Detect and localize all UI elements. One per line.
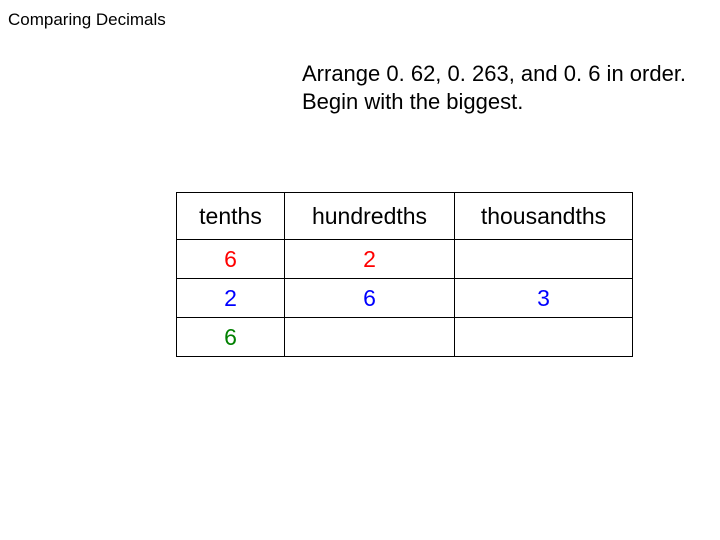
slide: Comparing Decimals Arrange 0. 62, 0. 263…	[0, 0, 720, 540]
cell-hundredths	[285, 318, 455, 357]
table-row: 6	[177, 318, 633, 357]
cell-hundredths: 2	[285, 240, 455, 279]
cell-tenths: 6	[177, 318, 285, 357]
cell-thousandths	[455, 318, 633, 357]
header-hundredths: hundredths	[285, 193, 455, 240]
cell-hundredths: 6	[285, 279, 455, 318]
place-value-table: tenths hundredths thousandths 6 2 2 6 3 …	[176, 192, 633, 357]
header-thousandths: thousandths	[455, 193, 633, 240]
page-title: Comparing Decimals	[8, 10, 166, 30]
cell-tenths: 2	[177, 279, 285, 318]
header-tenths: tenths	[177, 193, 285, 240]
prompt-text: Arrange 0. 62, 0. 263, and 0. 6 in order…	[302, 60, 686, 115]
prompt-line-2: Begin with the biggest.	[302, 89, 523, 114]
cell-thousandths	[455, 240, 633, 279]
prompt-line-1: Arrange 0. 62, 0. 263, and 0. 6 in order…	[302, 61, 686, 86]
cell-tenths: 6	[177, 240, 285, 279]
table-row: 6 2	[177, 240, 633, 279]
table-row: 2 6 3	[177, 279, 633, 318]
table-header-row: tenths hundredths thousandths	[177, 193, 633, 240]
cell-thousandths: 3	[455, 279, 633, 318]
